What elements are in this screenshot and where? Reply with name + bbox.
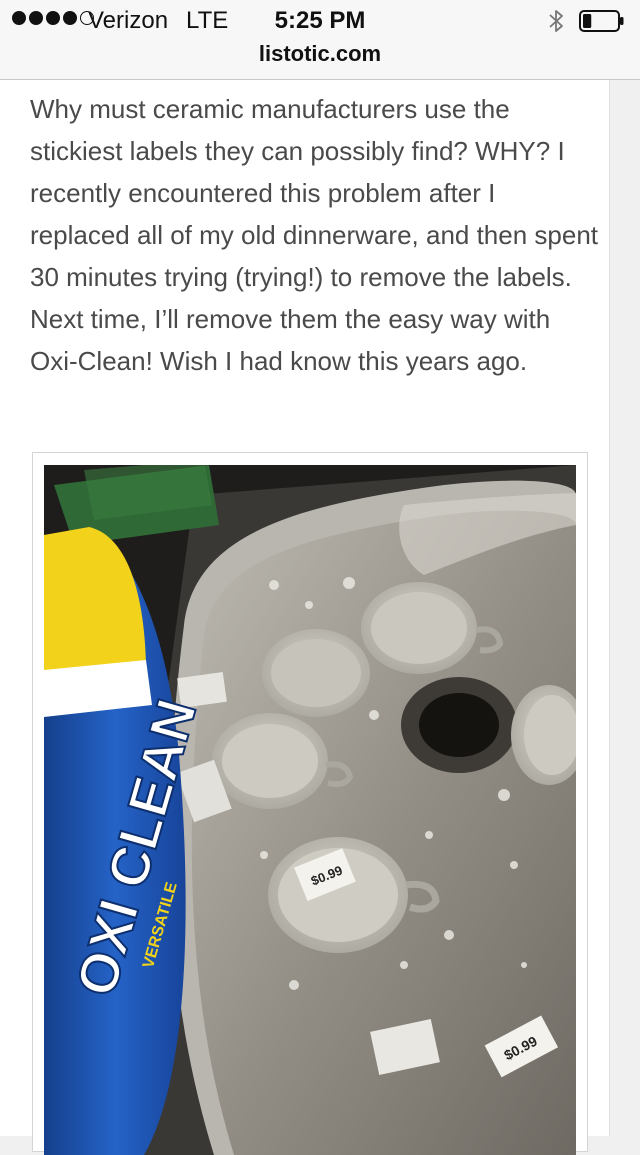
clock: 5:25 PM — [274, 7, 366, 34]
address-bar-url[interactable]: listotic.com — [0, 41, 640, 67]
battery-icon — [579, 10, 624, 32]
article-page[interactable]: Why must ceramic manufacturers use the s… — [0, 80, 610, 1155]
status-bar: Verizon LTE 5:25 PM listotic.com — [0, 0, 640, 80]
bluetooth-icon — [549, 10, 563, 32]
article-paragraph: Why must ceramic manufacturers use the s… — [30, 94, 599, 376]
battery-fill — [583, 14, 592, 28]
article-image-frame: $0.99 $0.99 OXI CLEAN VERSATILE — [32, 452, 588, 1155]
oxiclean-sink-photo[interactable]: $0.99 $0.99 OXI CLEAN VERSATILE — [44, 465, 576, 1155]
